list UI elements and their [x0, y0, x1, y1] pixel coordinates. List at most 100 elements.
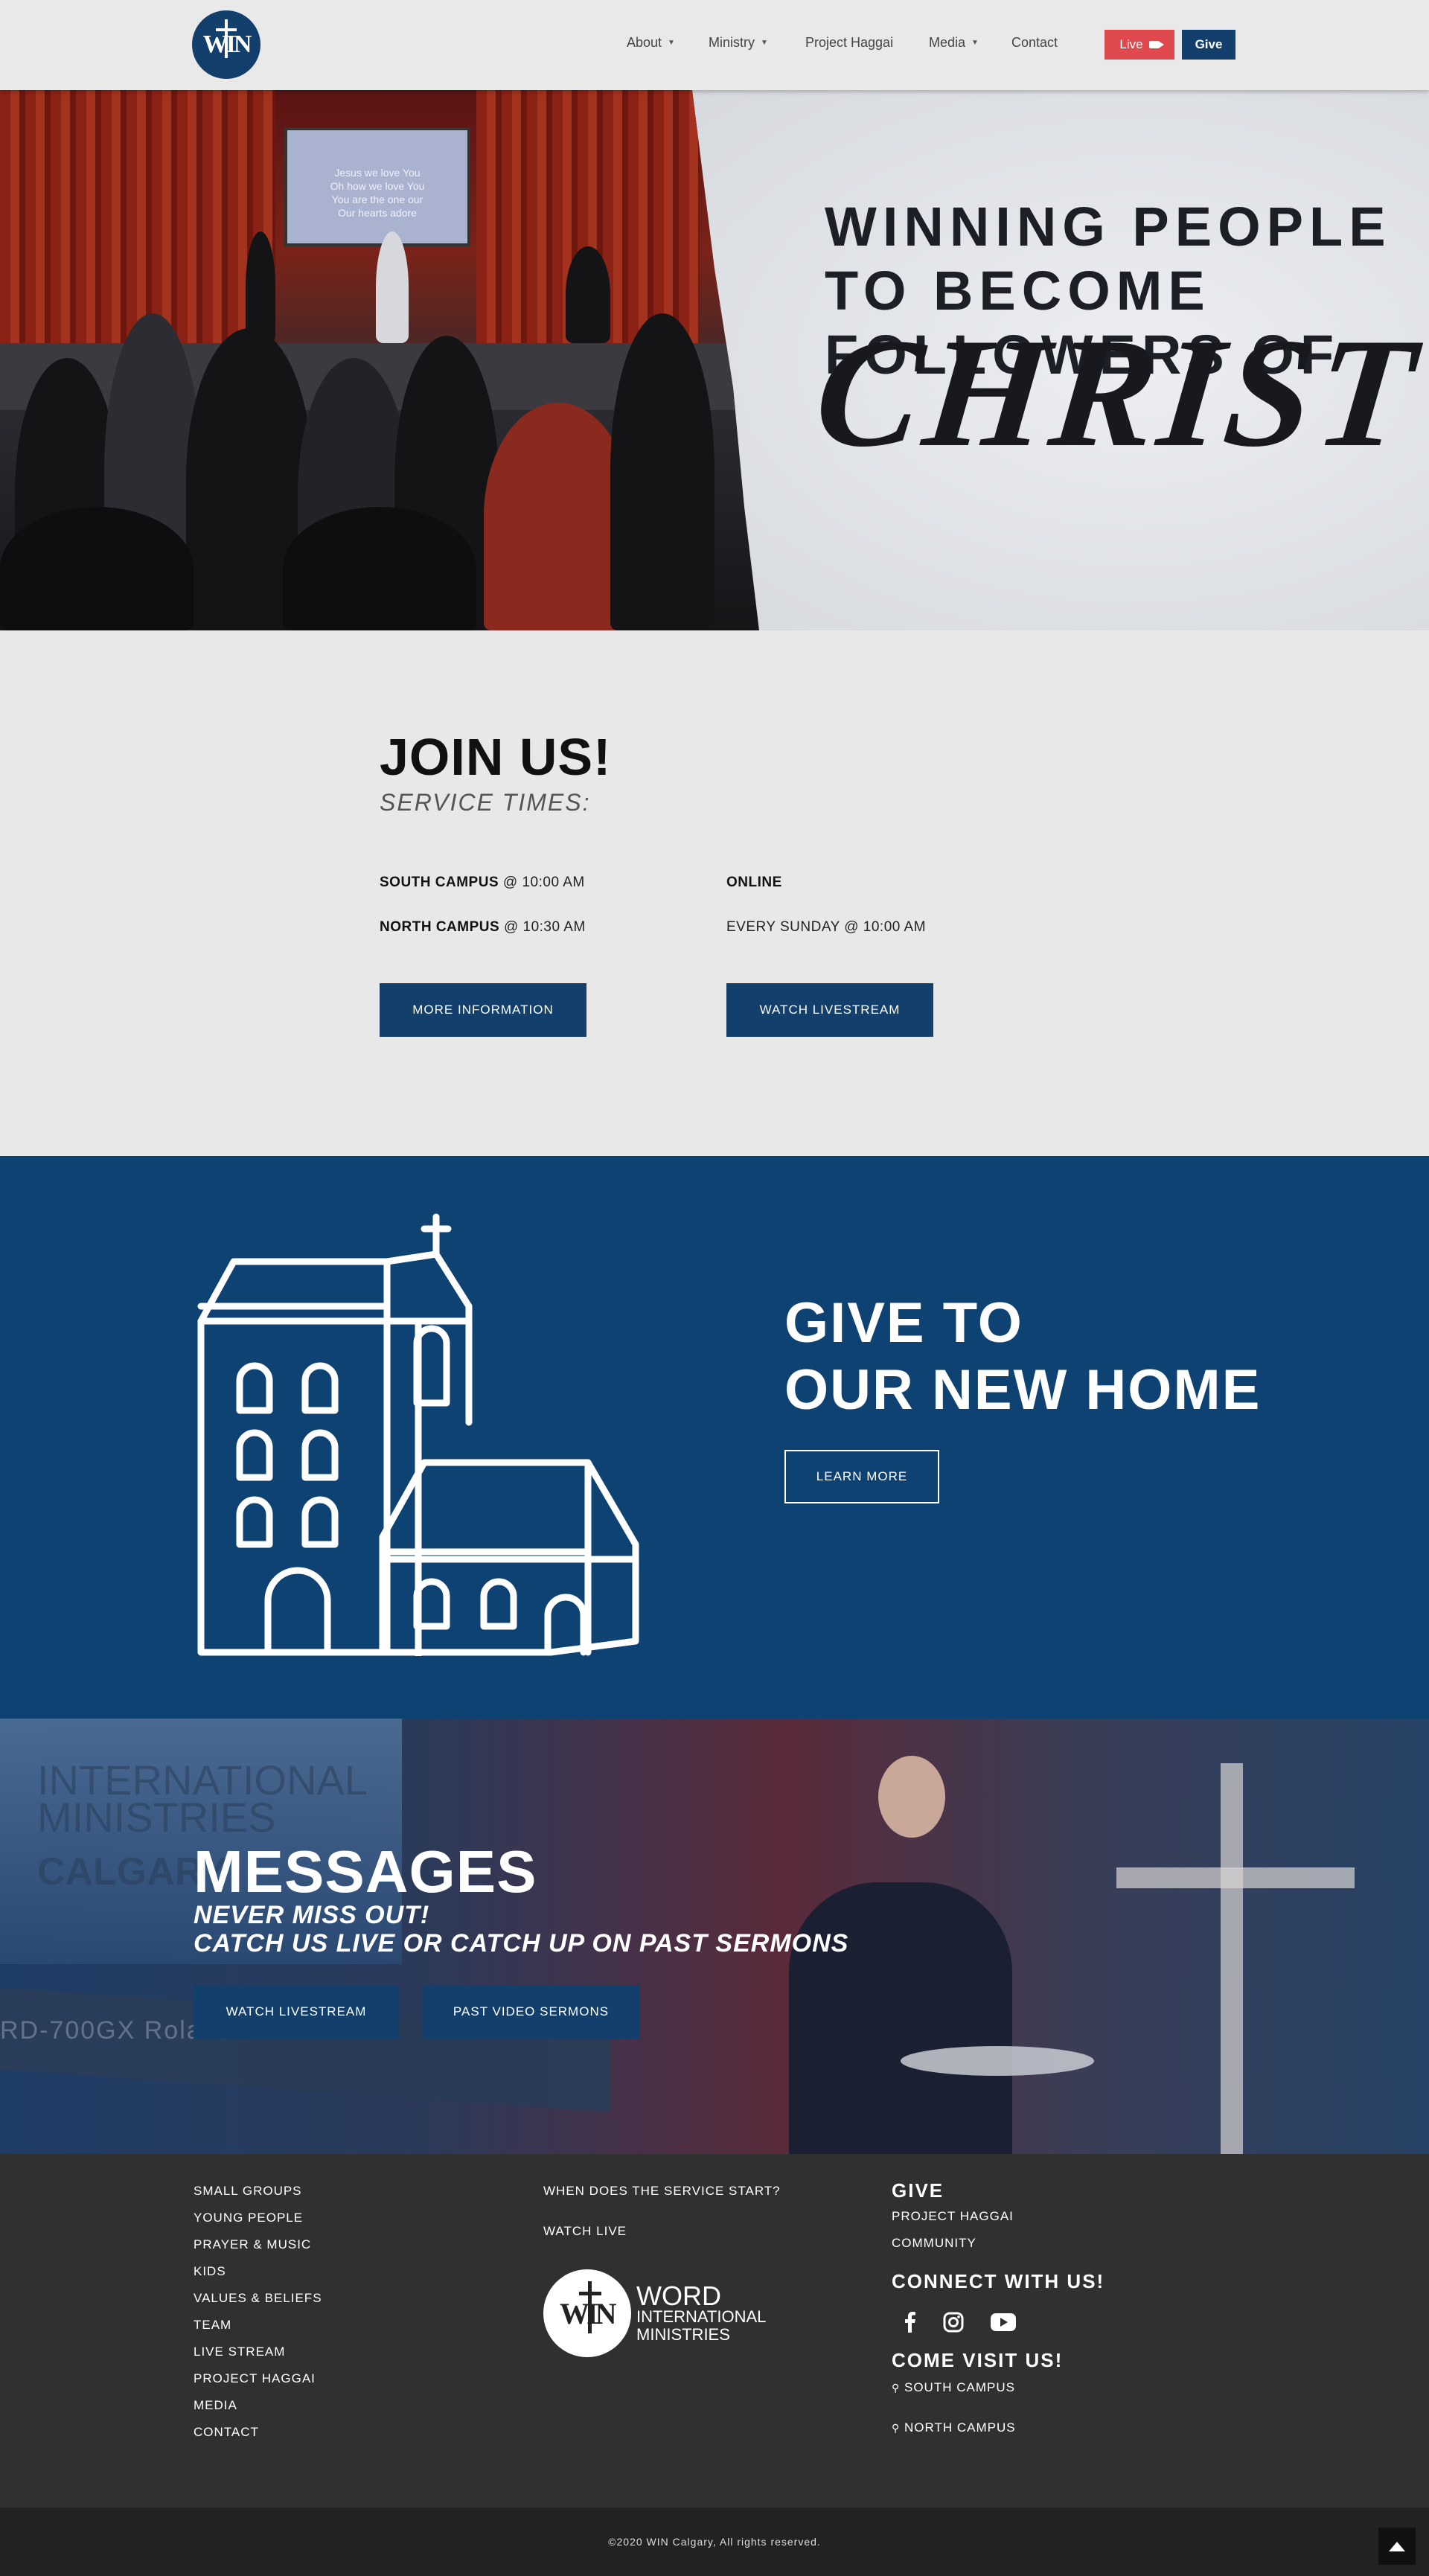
south-campus-hour: @ 10:00 AM	[499, 875, 585, 890]
join-title: JOIN US!	[380, 728, 612, 786]
nav-about-label: About	[627, 35, 662, 50]
footer-link-south-campus[interactable]: ⚲ SOUTH CAMPUS	[892, 2380, 1015, 2395]
footer-link-service-start[interactable]: WHEN DOES THE SERVICE START?	[543, 2184, 781, 2199]
page: WIN About ▼ Ministry ▼ Project Haggai Me…	[0, 0, 1429, 2576]
footer-link-media[interactable]: MEDIA	[194, 2398, 237, 2413]
performer	[246, 231, 275, 343]
banner-text: MINISTRIES	[37, 1794, 276, 1841]
map-pin-icon: ⚲	[892, 2422, 901, 2434]
speaker-silhouette	[789, 1882, 1012, 2154]
messages-sub-1: NEVER MISS OUT!	[194, 1901, 430, 1929]
nav-slot-media: Media ▼	[929, 35, 979, 51]
hero-christ: CHRIST	[808, 307, 1427, 479]
nav-ministry-label: Ministry	[709, 35, 755, 50]
lyric-line: You are the one our	[331, 194, 423, 205]
learn-more-button[interactable]: LEARN MORE	[784, 1450, 939, 1503]
more-information-button[interactable]: MORE INFORMATION	[380, 983, 586, 1037]
cross-bar-shape	[1116, 1867, 1355, 1888]
footer-link-north-campus[interactable]: ⚲ NORTH CAMPUS	[892, 2420, 1016, 2435]
give-section: GIVE TO OUR NEW HOME LEARN MORE	[0, 1156, 1429, 1719]
screen-lyrics: Jesus we love You Oh how we love You You…	[287, 166, 467, 220]
footer-link-small-groups[interactable]: SMALL GROUPS	[194, 2184, 302, 2199]
join-us-section: JOIN US! SERVICE TIMES: SOUTH CAMPUS @ 1…	[0, 630, 1429, 1156]
give-button[interactable]: Give	[1182, 30, 1235, 60]
footer-give-heading: GIVE	[892, 2179, 944, 2202]
messages-title: MESSAGES	[194, 1838, 537, 1905]
north-campus-link-label: NORTH CAMPUS	[904, 2420, 1016, 2435]
copyright-text: ©2020 WIN Calgary, All rights reserved.	[608, 2536, 821, 2548]
give-title: GIVE TO OUR NEW HOME	[784, 1290, 1261, 1424]
south-campus-name: SOUTH CAMPUS	[380, 875, 499, 890]
footer-logo[interactable]: WIN	[543, 2269, 631, 2357]
footer-link-values-beliefs[interactable]: VALUES & BELIEFS	[194, 2291, 322, 2306]
lyric-line: Oh how we love You	[330, 180, 425, 192]
worship-photo: Jesus we love You Oh how we love You You…	[0, 90, 759, 630]
lyric-line: Jesus we love You	[334, 167, 421, 179]
cross-shape	[1221, 1763, 1243, 2154]
nav-media-label: Media	[929, 35, 966, 50]
site-header: WIN About ▼ Ministry ▼ Project Haggai Me…	[0, 0, 1429, 90]
main-nav: About ▼	[627, 35, 675, 51]
footer-logo-text: WIN	[560, 2297, 616, 2330]
pulpit-shape	[901, 2046, 1094, 2076]
caret-down-icon: ▼	[971, 39, 979, 47]
live-button-label: Live	[1119, 37, 1143, 51]
footer-link-watch-live[interactable]: WATCH LIVE	[543, 2224, 627, 2239]
footer-link-contact[interactable]: CONTACT	[194, 2425, 259, 2440]
north-campus-name: NORTH CAMPUS	[380, 919, 500, 935]
crowd-silhouette	[610, 313, 714, 630]
scroll-to-top-button[interactable]	[1378, 2528, 1416, 2565]
footer-link-team[interactable]: TEAM	[194, 2318, 231, 2333]
north-campus-time: NORTH CAMPUS @ 10:30 AM	[380, 919, 586, 936]
nav-project-haggai[interactable]: Project Haggai	[805, 35, 893, 51]
south-campus-link-label: SOUTH CAMPUS	[904, 2380, 1015, 2394]
nav-slot-ministry: Ministry ▼	[709, 35, 768, 51]
church-building-icon	[197, 1213, 639, 1656]
footer-link-live-stream[interactable]: LIVE STREAM	[194, 2345, 285, 2359]
past-video-sermons-button[interactable]: PAST VIDEO SERMONS	[422, 1985, 640, 2039]
give-title-line-2: OUR NEW HOME	[784, 1358, 1262, 1422]
north-campus-hour: @ 10:30 AM	[499, 919, 586, 935]
hero-line-1: WINNING PEOPLE	[825, 196, 1392, 258]
lyric-line: Our hearts adore	[338, 207, 417, 219]
footer-link-prayer-music[interactable]: PRAYER & MUSIC	[194, 2237, 311, 2252]
site-logo[interactable]: WIN	[192, 10, 260, 79]
footer-link-young-people[interactable]: YOUNG PEOPLE	[194, 2211, 303, 2225]
projector-screen: Jesus we love You Oh how we love You You…	[284, 127, 470, 246]
facebook-icon[interactable]	[899, 2311, 921, 2333]
footer-connect-heading: CONNECT WITH US!	[892, 2270, 1105, 2292]
nav-project-haggai-label: Project Haggai	[805, 35, 894, 50]
nav-ministry[interactable]: Ministry ▼	[709, 35, 768, 51]
nav-slot-contact: Contact	[1011, 35, 1058, 51]
footer-link-project-haggai-give[interactable]: PROJECT HAGGAI	[892, 2209, 1014, 2224]
live-button[interactable]: Live	[1104, 30, 1174, 60]
footer-link-project-haggai[interactable]: PROJECT HAGGAI	[194, 2371, 316, 2386]
crowd-silhouette	[0, 507, 194, 630]
messages-watch-livestream-button[interactable]: WATCH LIVESTREAM	[194, 1985, 399, 2039]
messages-sub-2: CATCH US LIVE OR CATCH UP ON PAST SERMON…	[194, 1929, 849, 1957]
performer	[566, 246, 610, 343]
watch-livestream-button[interactable]: WATCH LIVESTREAM	[726, 983, 933, 1037]
speaker-head	[878, 1756, 945, 1838]
online-heading: ONLINE	[726, 875, 782, 890]
instagram-icon[interactable]	[942, 2311, 965, 2333]
footer-link-kids[interactable]: KIDS	[194, 2264, 226, 2279]
nav-contact[interactable]: Contact	[1011, 35, 1058, 51]
footer-visit-heading: COME VISIT US!	[892, 2349, 1064, 2371]
footer-logo-line-2: INTERNATIONAL	[636, 2307, 767, 2326]
caret-down-icon: ▼	[761, 39, 768, 47]
nav-media[interactable]: Media ▼	[929, 35, 979, 51]
online-time: EVERY SUNDAY @ 10:00 AM	[726, 919, 927, 935]
crowd-silhouette	[283, 507, 476, 630]
south-campus-time: SOUTH CAMPUS @ 10:00 AM	[380, 875, 585, 891]
nav-about[interactable]: About ▼	[627, 35, 675, 51]
performer	[376, 231, 409, 343]
footer-logo-line-3: MINISTRIES	[636, 2325, 730, 2344]
map-pin-icon: ⚲	[892, 2382, 901, 2394]
online-label: ONLINE	[726, 875, 782, 891]
footer-link-community[interactable]: COMMUNITY	[892, 2236, 976, 2251]
footer-logo-cross-bar	[579, 2292, 601, 2295]
nav-contact-label: Contact	[1011, 35, 1058, 50]
give-title-line-1: GIVE TO	[784, 1291, 1023, 1355]
youtube-icon[interactable]	[990, 2311, 1017, 2333]
